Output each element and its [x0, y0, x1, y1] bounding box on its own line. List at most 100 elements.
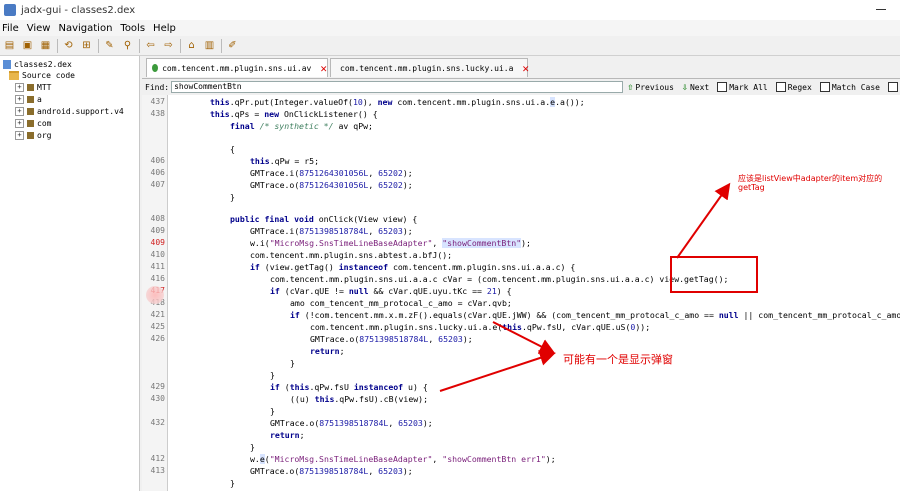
code-line: {: [230, 144, 235, 154]
code-line: }: [270, 406, 275, 416]
code-line: this.qPw = r5;: [250, 156, 320, 166]
line-number: 432: [150, 418, 165, 427]
find-bar: Find: showCommentBtn ⇧ Previous ⇩ Next M…: [142, 79, 900, 95]
line-number: 421: [150, 310, 165, 319]
forward-icon[interactable]: ⇨: [162, 39, 175, 52]
next-button[interactable]: ⇩ Next: [682, 82, 709, 93]
find-label: Find:: [145, 82, 170, 92]
tree-package-label: MTT: [37, 82, 52, 92]
window-title: jadx-gui - classes2.dex: [21, 4, 136, 16]
tree-root-label: classes2.dex: [14, 59, 72, 69]
expand-icon[interactable]: +: [15, 106, 24, 116]
close-icon[interactable]: ✕: [320, 62, 327, 75]
line-number: 426: [150, 334, 165, 343]
code-line: ((u) this.qPw.fsU).cB(view);: [290, 394, 429, 404]
code-line: }: [230, 192, 235, 202]
search-icon[interactable]: ⚲: [121, 39, 134, 52]
menu-tools[interactable]: Tools: [120, 23, 145, 34]
code-line: GMTrace.i(8751398518784L, 65203);: [250, 226, 413, 236]
close-icon[interactable]: ✕: [522, 62, 529, 75]
open-icon[interactable]: ▤: [3, 39, 16, 52]
tab-label: com.tencent.mm.plugin.sns.lucky.ui.a: [340, 63, 514, 73]
tree-source-label: Source code: [22, 70, 75, 80]
minimize-button[interactable]: [876, 9, 886, 10]
code-line: final /* synthetic */ av qPw;: [230, 121, 373, 131]
package-icon: [27, 107, 34, 115]
tab-av[interactable]: com.tencent.mm.plugin.sns.ui.av ✕: [146, 58, 328, 77]
app-icon: [4, 4, 16, 16]
find-input[interactable]: showCommentBtn: [171, 81, 624, 93]
tree-package[interactable]: + android.support.v4: [15, 106, 124, 116]
tree-package[interactable]: + MTT: [15, 82, 51, 92]
line-number: 406: [150, 168, 165, 177]
tree-root[interactable]: classes2.dex: [3, 59, 72, 69]
save-icon[interactable]: ▣: [21, 39, 34, 52]
expand-icon[interactable]: +: [15, 118, 24, 128]
back-icon[interactable]: ⇦: [144, 39, 157, 52]
tree-package[interactable]: + org: [15, 130, 51, 140]
tree-package-label: android.support.v4: [37, 106, 124, 116]
menu-navigation[interactable]: Navigation: [58, 23, 112, 34]
code-line: com.tencent.mm.plugin.sns.ui.a.a.c cVar …: [270, 274, 729, 284]
arrow-down-icon: ⇩: [681, 81, 688, 93]
menu-file[interactable]: File: [2, 23, 19, 34]
previous-button[interactable]: ⇧ Previous: [627, 82, 674, 93]
class-icon: [152, 64, 159, 72]
dex-file-icon: [3, 59, 11, 69]
menu-view[interactable]: View: [27, 23, 51, 34]
toolbar: ▤ ▣ ▦ ⟲ ⊞ ✎ ⚲ ⇦ ⇨ ⌂ ▥ ✐: [0, 36, 900, 56]
line-number: 438: [150, 109, 165, 118]
match-case-label: Match Case: [831, 82, 880, 92]
tree-package[interactable]: + a: [15, 94, 42, 104]
checkbox-icon: [819, 82, 830, 92]
tree-package[interactable]: + com: [15, 118, 51, 128]
regex-label: Regex: [787, 82, 812, 92]
package-icon: [27, 95, 34, 103]
code-line: return;: [270, 430, 305, 440]
mark-all-checkbox[interactable]: Mark All: [717, 82, 768, 92]
line-number: 407: [150, 180, 165, 189]
line-number: 412: [150, 454, 165, 463]
settings-icon[interactable]: ✐: [226, 39, 239, 52]
package-icon: [27, 131, 34, 139]
preferences-icon[interactable]: ⌂: [185, 39, 198, 52]
tree-source-code[interactable]: Source code: [9, 70, 75, 80]
code-line: com.tencent.mm.plugin.sns.abtest.a.bfJ()…: [250, 250, 453, 260]
match-case-checkbox[interactable]: Match Case: [819, 82, 880, 92]
tree-package-label: org: [37, 130, 52, 140]
arrow-up-icon: ⇧: [627, 81, 634, 93]
menu-help[interactable]: Help: [153, 23, 176, 34]
expand-icon[interactable]: +: [15, 130, 24, 140]
whole-word-checkbox[interactable]: [888, 82, 900, 92]
code-line: if (cVar.qUE != null && cVar.qUE.uyu.tKc…: [270, 286, 512, 296]
tree-package-label: a: [37, 94, 42, 104]
code-line: if (!com.tencent.mm.x.m.zF().equals(cVar…: [290, 310, 900, 320]
highlight-box: [670, 256, 758, 293]
code-line: GMTrace.o(8751398518784L, 65203);: [250, 466, 413, 476]
checkbox-icon: [717, 82, 728, 92]
editor-tabs: com.tencent.mm.plugin.sns.ui.av ✕ com.te…: [142, 56, 900, 79]
code-line: if (this.qPw.fsU instanceof u) {: [270, 382, 428, 392]
line-number: 410: [150, 250, 165, 259]
sync-icon[interactable]: ⟲: [62, 39, 75, 52]
wrench-icon[interactable]: ✎: [103, 39, 116, 52]
line-number: 408: [150, 214, 165, 223]
find-input-value: showCommentBtn: [174, 82, 242, 91]
save-all-icon[interactable]: ▦: [39, 39, 52, 52]
toolbar-separator: [180, 38, 181, 53]
code-editor[interactable]: 4374384064064074084094094104114164174184…: [142, 95, 900, 491]
tab-lucky-a[interactable]: com.tencent.mm.plugin.sns.lucky.ui.a ✕: [330, 58, 529, 77]
package-icon: [27, 83, 34, 91]
bookmark-marker: [146, 286, 164, 304]
annotation-top-sub: getTag: [738, 183, 765, 192]
code-line: w.e("MicroMsg.SnsTimeLineBaseAdapter", "…: [250, 454, 556, 464]
log-icon[interactable]: ▥: [203, 39, 216, 52]
flatten-icon[interactable]: ⊞: [80, 39, 93, 52]
package-icon: [27, 119, 34, 127]
expand-icon[interactable]: +: [15, 82, 24, 92]
line-number: 437: [150, 97, 165, 106]
regex-checkbox[interactable]: Regex: [775, 82, 812, 92]
line-number: 409: [150, 238, 165, 247]
expand-icon[interactable]: +: [15, 94, 24, 104]
code-line: if (view.getTag() instanceof com.tencent…: [250, 262, 576, 272]
